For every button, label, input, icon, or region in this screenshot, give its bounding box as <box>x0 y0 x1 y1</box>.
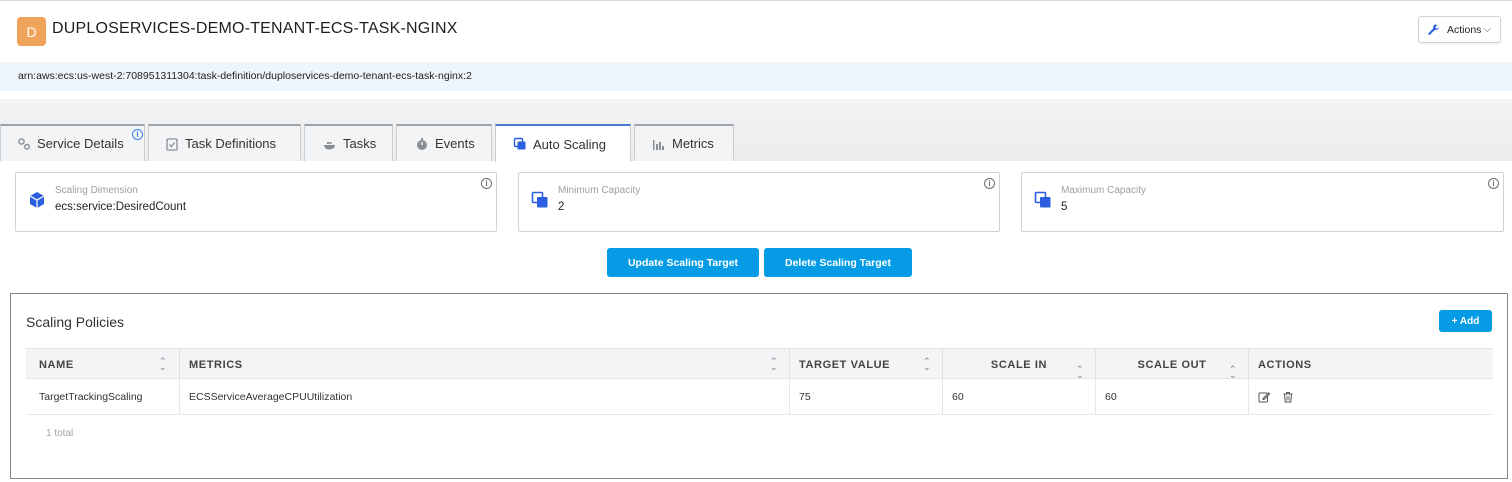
arn-text: arn:aws:ecs:us-west-2:708951311304:task-… <box>18 70 472 82</box>
panel-title: Scaling Policies <box>26 314 125 330</box>
cell-scale-in: 60 <box>942 379 1095 414</box>
bar-chart-icon <box>652 137 666 151</box>
tab-auto-scaling[interactable]: Auto Scaling <box>495 124 631 162</box>
clipboard-icon <box>165 137 179 151</box>
info-icon[interactable]: i <box>984 178 995 189</box>
maximum-capacity-card: Maximum Capacity 5 i <box>1021 172 1504 232</box>
card-value: 5 <box>1061 201 1068 213</box>
tab-service-details[interactable]: Service Details i <box>0 124 145 161</box>
column-header-scale-out[interactable]: SCALE OUT ⌃ ⌄ <box>1095 349 1248 380</box>
column-header-scale-in[interactable]: SCALE IN ⌃ ⌄ <box>942 349 1095 380</box>
minimum-capacity-card: Minimum Capacity 2 i <box>518 172 1000 232</box>
column-header-actions: ACTIONS <box>1248 349 1493 380</box>
info-icon[interactable]: i <box>132 129 143 140</box>
column-header-target-value[interactable]: TARGET VALUE ⌃ ⌄ <box>789 349 942 380</box>
actions-label: Actions <box>1447 23 1482 36</box>
cell-metrics: ECSServiceAverageCPUUtilization <box>179 379 789 414</box>
cube-icon <box>29 192 45 208</box>
wrench-icon <box>1428 23 1439 35</box>
tab-label: Tasks <box>343 136 377 151</box>
scaling-dimension-card: Scaling Dimension ecs:service:DesiredCou… <box>15 172 497 232</box>
add-policy-button[interactable]: + Add <box>1439 310 1492 332</box>
card-value: 2 <box>558 201 565 213</box>
tab-label: Metrics <box>672 136 714 151</box>
cell-name: TargetTrackingScaling <box>39 390 143 403</box>
info-icon[interactable]: i <box>481 178 492 189</box>
edit-icon[interactable] <box>1258 391 1270 403</box>
gears-icon <box>17 137 31 151</box>
table-row: TargetTrackingScaling ECSServiceAverageC… <box>26 379 1493 415</box>
total-count: 1 total <box>46 428 74 439</box>
card-caption: Minimum Capacity <box>558 185 641 196</box>
sort-icon[interactable]: ⌃ ⌄ <box>1229 365 1237 380</box>
column-header-name[interactable]: NAME ⌃ ⌄ <box>26 349 179 380</box>
stopwatch-icon <box>415 137 429 151</box>
page-title: DUPLOSERVICES-DEMO-TENANT-ECS-TASK-NGINX <box>52 20 458 37</box>
table-header: NAME ⌃ ⌄ METRICS ⌃ ⌄ TARGET VALUE ⌃ ⌄ SCALE… <box>26 348 1493 380</box>
tab-task-definitions[interactable]: Task Definitions <box>148 124 301 161</box>
update-scaling-target-button[interactable]: Update Scaling Target <box>607 248 759 277</box>
tab-label: Auto Scaling <box>533 136 606 152</box>
sort-icon[interactable]: ⌃ ⌄ <box>923 357 931 372</box>
actions-button[interactable]: Actions ⌵ <box>1418 16 1501 43</box>
arn-bar: arn:aws:ecs:us-west-2:708951311304:task-… <box>0 62 1512 91</box>
cell-scale-out: 60 <box>1095 379 1248 414</box>
avatar: D <box>17 17 46 46</box>
column-header-metrics[interactable]: METRICS ⌃ ⌄ <box>179 349 789 380</box>
sort-icon[interactable]: ⌃ ⌄ <box>770 357 778 372</box>
docker-icon <box>323 137 337 151</box>
chevron-down-icon: ⌵ <box>1483 24 1492 35</box>
copy-icon <box>531 191 548 208</box>
copy-icon <box>1034 191 1051 208</box>
card-caption: Maximum Capacity <box>1061 185 1147 196</box>
copy-icon <box>513 137 527 151</box>
card-caption: Scaling Dimension <box>55 185 138 196</box>
tab-events[interactable]: Events <box>396 124 492 161</box>
tab-label: Events <box>435 136 475 151</box>
page-header: D DUPLOSERVICES-DEMO-TENANT-ECS-TASK-NGI… <box>0 1 1512 61</box>
tab-tasks[interactable]: Tasks <box>304 124 393 161</box>
trash-icon[interactable] <box>1282 391 1294 403</box>
cell-target-value: 75 <box>789 379 942 414</box>
delete-scaling-target-button[interactable]: Delete Scaling Target <box>764 248 912 277</box>
tab-metrics[interactable]: Metrics <box>634 124 734 161</box>
info-icon[interactable]: i <box>1488 178 1499 189</box>
sort-icon[interactable]: ⌃ ⌄ <box>1076 365 1084 380</box>
cell-actions <box>1248 379 1493 414</box>
card-value: ecs:service:DesiredCount <box>55 201 187 213</box>
scaling-policies-panel: Scaling Policies + Add NAME ⌃ ⌄ METRICS ⌃… <box>10 293 1508 479</box>
tab-label: Task Definitions <box>185 136 277 151</box>
tab-label: Service Details <box>37 136 124 151</box>
sort-icon[interactable]: ⌃ ⌄ <box>159 357 167 372</box>
